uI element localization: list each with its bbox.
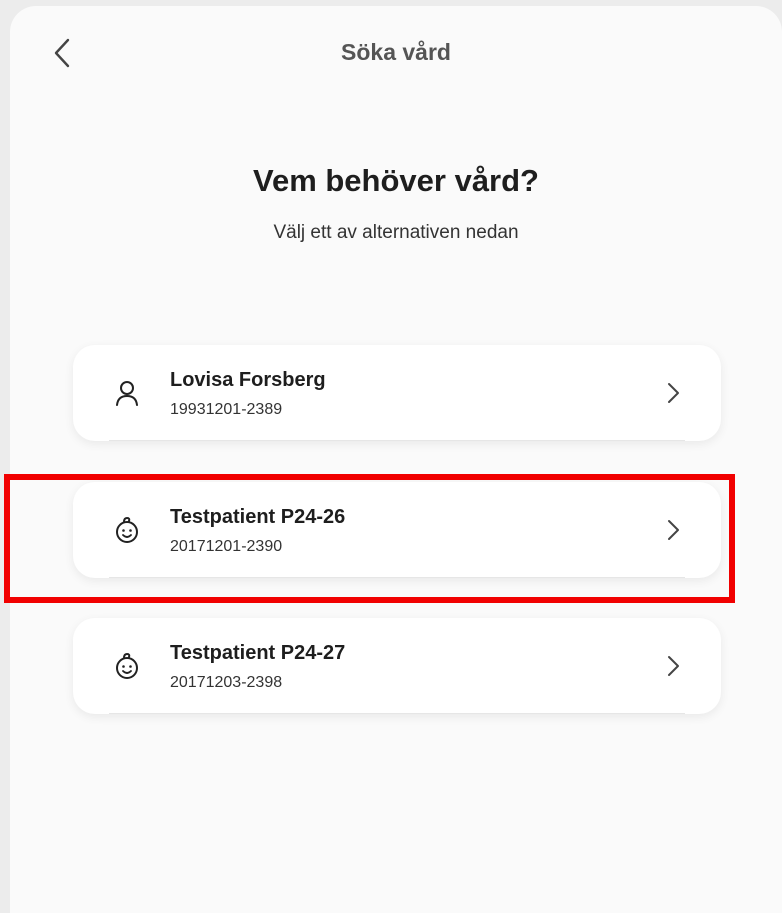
chevron-right-icon xyxy=(668,520,679,540)
patient-personal-number: 20171203-2398 xyxy=(170,674,283,691)
header-title: Söka vård xyxy=(341,39,451,65)
patient-card-testpatient-p24-26[interactable]: Testpatient P24-26 20171201-2390 xyxy=(73,482,721,578)
page-heading: Vem behöver vård? xyxy=(252,163,539,198)
chevron-right-icon xyxy=(668,383,679,403)
chevron-right-icon xyxy=(668,656,679,676)
app-frame: Söka vård Vem behöver vård? Välj ett av … xyxy=(10,6,782,913)
page-subheading: Välj ett av alternativen nedan xyxy=(273,222,519,243)
patient-card-lovisa-forsberg[interactable]: Lovisa Forsberg 19931201-2389 xyxy=(73,345,721,441)
child-face-icon xyxy=(116,652,138,679)
patient-name: Testpatient P24-26 xyxy=(170,506,346,528)
patient-personal-number: 20171201-2390 xyxy=(170,538,283,555)
patient-name: Lovisa Forsberg xyxy=(170,369,326,391)
patient-card-testpatient-p24-27[interactable]: Testpatient P24-27 20171203-2398 xyxy=(73,618,721,714)
patient-personal-number: 19931201-2389 xyxy=(170,401,283,418)
child-face-icon xyxy=(116,516,138,543)
person-icon xyxy=(116,381,138,406)
patient-name: Testpatient P24-27 xyxy=(170,642,346,664)
